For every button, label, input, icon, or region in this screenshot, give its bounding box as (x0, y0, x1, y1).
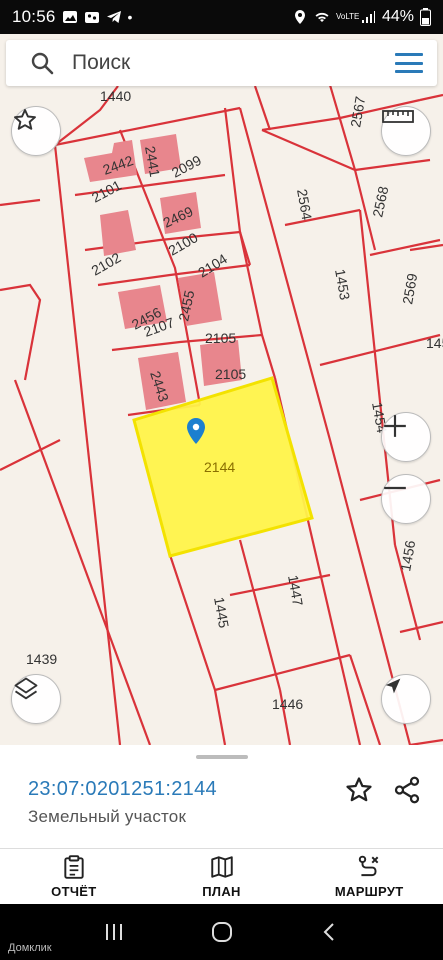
parcel-label: 1453 (332, 268, 353, 302)
status-left: 10:56 • (12, 7, 132, 27)
parcel-label: 1457 (426, 335, 443, 351)
parcel-label: 1447 (285, 574, 306, 608)
parcel-label: 2567 (347, 95, 368, 129)
nav-plan[interactable]: ПЛАН (148, 849, 296, 904)
parcel-label: 2105 (205, 330, 236, 346)
dot-indicator: • (127, 9, 133, 25)
app-root: { "status": { "time": "10:56", "battery"… (0, 0, 443, 960)
volte-label: VoLTE (335, 12, 360, 21)
favorite-star-icon[interactable] (344, 775, 374, 805)
gallery-notification-icon (84, 12, 99, 23)
zoom-out-button[interactable] (381, 474, 431, 524)
location-icon (294, 10, 305, 24)
menu-line (395, 61, 423, 65)
battery-icon (420, 8, 431, 26)
layers-icon (14, 677, 38, 700)
back-icon[interactable] (319, 921, 341, 943)
nav-plan-label: ПЛАН (202, 884, 241, 899)
minus-icon (384, 486, 406, 490)
favorite-map-button[interactable] (11, 106, 61, 156)
telegram-icon (106, 11, 121, 23)
share-icon[interactable] (392, 775, 422, 805)
menu-line (395, 70, 423, 73)
my-location-button[interactable] (381, 674, 431, 724)
navigation-arrow-icon (385, 678, 401, 694)
parcel-label: 2102 (89, 249, 124, 279)
route-icon (358, 855, 379, 877)
parcel-label: 1439 (26, 651, 57, 667)
menu-icon[interactable] (395, 53, 423, 73)
nav-route[interactable]: МАРШРУТ (295, 849, 443, 904)
parcel-label: 1440 (100, 88, 131, 104)
parcel-label: 1456 (397, 539, 418, 573)
map-canvas[interactable]: 1440 2567 2442 2441 2099 2101 2564 2568 … (0, 34, 443, 745)
system-nav-bar: Домклик (0, 904, 443, 960)
parcel-label: 2569 (399, 272, 420, 306)
layers-button[interactable] (11, 674, 61, 724)
search-input[interactable]: Поиск (72, 51, 130, 75)
parcel-label: 2568 (369, 185, 391, 219)
signal-icon (361, 11, 375, 23)
ruler-icon (382, 110, 414, 123)
watermark: Домклик (8, 942, 52, 954)
parcel-label: 2144 (204, 459, 235, 475)
menu-line (395, 53, 423, 56)
cadastral-number: 23:07:0201251:2144 (28, 778, 217, 800)
wifi-icon (315, 12, 329, 22)
sheet-drag-handle[interactable] (196, 755, 248, 759)
cadastral-map[interactable]: 1440 2567 2442 2441 2099 2101 2564 2568 … (0, 34, 443, 745)
parcel-label: 2100 (166, 229, 201, 259)
recent-apps-icon[interactable] (103, 921, 125, 943)
nav-report[interactable]: ОТЧЁТ (0, 849, 148, 904)
status-time: 10:56 (12, 7, 56, 26)
parcel-label: 2564 (294, 188, 315, 222)
object-type: Земельный участок (28, 807, 187, 826)
home-icon[interactable] (210, 920, 234, 944)
parcel-label: 1445 (211, 596, 232, 630)
search-icon (31, 52, 54, 75)
parcel-info-sheet[interactable]: 23:07:0201251:2144 Земельный участок (0, 745, 443, 848)
photo-notification-icon (62, 11, 77, 23)
plus-icon (384, 415, 406, 437)
clipboard-icon (64, 855, 84, 879)
building-2102 (100, 210, 136, 256)
battery-percent: 44% (381, 8, 414, 25)
search-bar[interactable]: Поиск (6, 40, 437, 86)
zoom-in-button[interactable] (381, 412, 431, 462)
ruler-button[interactable] (381, 106, 431, 156)
nav-route-label: МАРШРУТ (334, 884, 404, 899)
star-outline-icon (14, 109, 36, 130)
status-bar: 10:56 • VoLTE 44% (0, 0, 443, 34)
map-icon (210, 856, 233, 878)
bottom-nav: ОТЧЁТ ПЛАН МАРШРУТ (0, 848, 443, 904)
nav-report-label: ОТЧЁТ (51, 884, 97, 899)
parcel-label: 2105 (215, 366, 246, 382)
parcel-label: 1446 (272, 696, 303, 712)
status-right: VoLTE 44% (292, 8, 431, 26)
